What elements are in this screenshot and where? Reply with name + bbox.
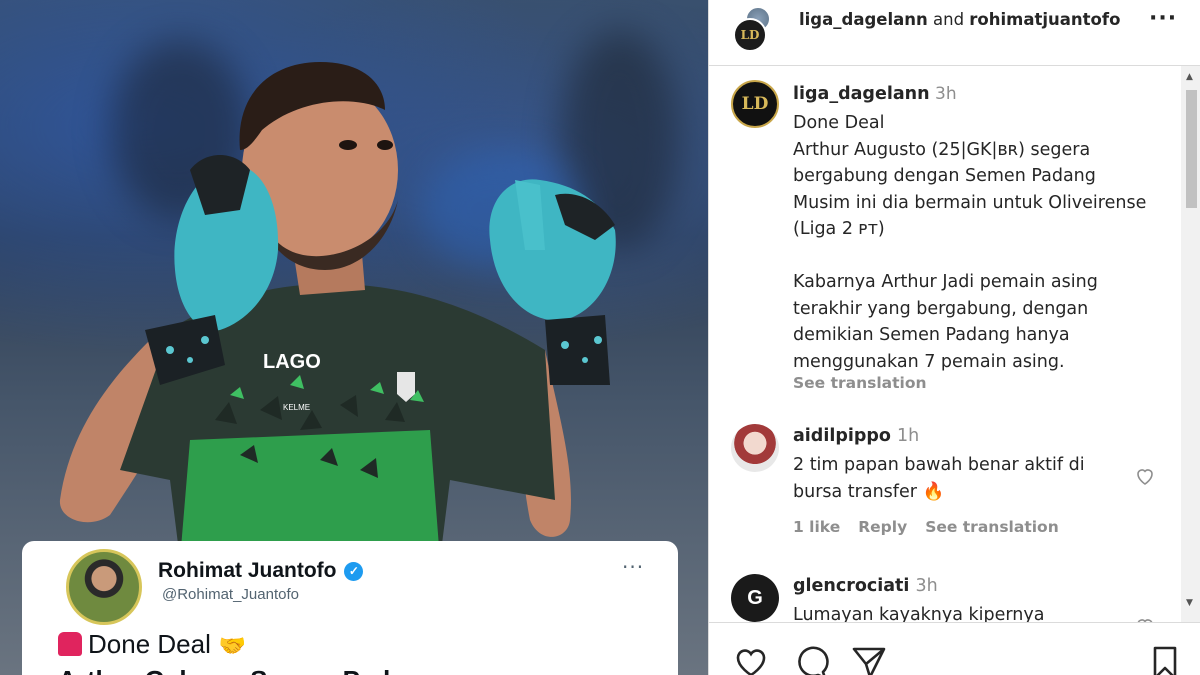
comment-item: aidilpippo 1h 2 tim papan bawah benar akt…	[731, 424, 1171, 554]
save-bookmark-icon[interactable]	[1147, 645, 1183, 675]
verified-badge-icon: ✓	[344, 561, 364, 581]
comment-timestamp[interactable]: 3h	[915, 576, 937, 596]
tweet-author-name[interactable]: Rohimat Juantofo	[158, 559, 337, 582]
kit-brand-text: KELME	[283, 403, 310, 412]
jersey-sponsor-text: LAGO	[263, 351, 321, 373]
header-joiner: and	[933, 10, 965, 29]
tweet-text-line-1: Done Deal 🤝	[58, 629, 246, 660]
tweet-more-button[interactable]: ···	[622, 555, 644, 579]
comment-username[interactable]: aidilpippo	[793, 426, 891, 446]
collab-avatars[interactable]: LD	[733, 6, 771, 52]
tweet-author[interactable]: Rohimat Juantofo ✓	[158, 559, 364, 583]
scrollbar[interactable]: ▲ ▼	[1181, 66, 1200, 622]
comment-author: glencrociati 3h	[793, 576, 938, 596]
comment-username[interactable]: glencrociati	[793, 576, 909, 596]
caption-text: Done Deal Arthur Augusto (25|GK|ʙʀ) sege…	[793, 113, 1147, 372]
comment-see-translation[interactable]: See translation	[925, 518, 1059, 536]
comment-meta: 1 like Reply See translation	[793, 518, 1077, 536]
tweet-card[interactable]: Rohimat Juantofo ✓ @Rohimat_Juantofo ···…	[22, 541, 678, 675]
comment-bubble-icon[interactable]	[793, 645, 829, 675]
tweet-headline: Done Deal	[88, 629, 211, 659]
comment-author: aidilpippo 1h	[793, 426, 919, 446]
caption-avatar[interactable]: LD	[731, 80, 779, 128]
like-heart-icon[interactable]	[733, 645, 769, 675]
handshake-icon: 🤝	[218, 633, 247, 658]
comment-like-heart-icon[interactable]	[1133, 614, 1157, 622]
scroll-up-arrow-icon[interactable]: ▲	[1186, 72, 1193, 82]
comments-scroll-area[interactable]: LD liga_dagelann 3h Done Deal Arthur Aug…	[709, 66, 1181, 622]
post-header-title: liga_dagelann and rohimatjuantofo	[799, 10, 1120, 29]
comment-likes[interactable]: 1 like	[793, 518, 840, 536]
player-photo: LAGO KELME Rohimat Juantofo ✓ @Rohimat_J…	[0, 0, 708, 675]
comment-avatar[interactable]	[731, 424, 779, 472]
header-username-1[interactable]: liga_dagelann	[799, 10, 928, 29]
collab-avatar-primary[interactable]: LD	[733, 18, 767, 52]
caption-username[interactable]: liga_dagelann	[793, 84, 930, 104]
comment-text: 2 tim papan bawah benar aktif di bursa t…	[793, 455, 1085, 502]
post-header: LD liga_dagelann and rohimatjuantofo ···	[709, 0, 1200, 66]
comment-reply-button[interactable]: Reply	[858, 518, 907, 536]
tweet-avatar[interactable]	[66, 549, 142, 625]
tweet-text-line-2: Arthur Gabung Semen Padang	[58, 665, 437, 675]
scroll-down-arrow-icon[interactable]: ▼	[1186, 598, 1193, 608]
tweet-handle[interactable]: @Rohimat_Juantofo	[162, 586, 299, 603]
siren-icon	[58, 632, 82, 656]
comment-item: G glencrociati 3h Lumayan kayaknya kipern…	[731, 574, 1171, 622]
comment-timestamp[interactable]: 1h	[897, 426, 919, 446]
comment-text: Lumayan kayaknya kipernya	[793, 605, 1045, 622]
share-send-icon[interactable]	[851, 645, 887, 675]
caption-see-translation[interactable]: See translation	[793, 374, 927, 392]
more-options-button[interactable]: ···	[1149, 6, 1177, 31]
instagram-post-panel: LD liga_dagelann and rohimatjuantofo ···…	[708, 0, 1200, 675]
post-action-bar	[709, 622, 1200, 675]
comment-like-heart-icon[interactable]	[1133, 464, 1157, 488]
caption-timestamp[interactable]: 3h	[935, 84, 957, 104]
header-username-2[interactable]: rohimatjuantofo	[969, 10, 1120, 29]
scrollbar-thumb[interactable]	[1186, 90, 1197, 208]
comment-avatar[interactable]: G	[731, 574, 779, 622]
